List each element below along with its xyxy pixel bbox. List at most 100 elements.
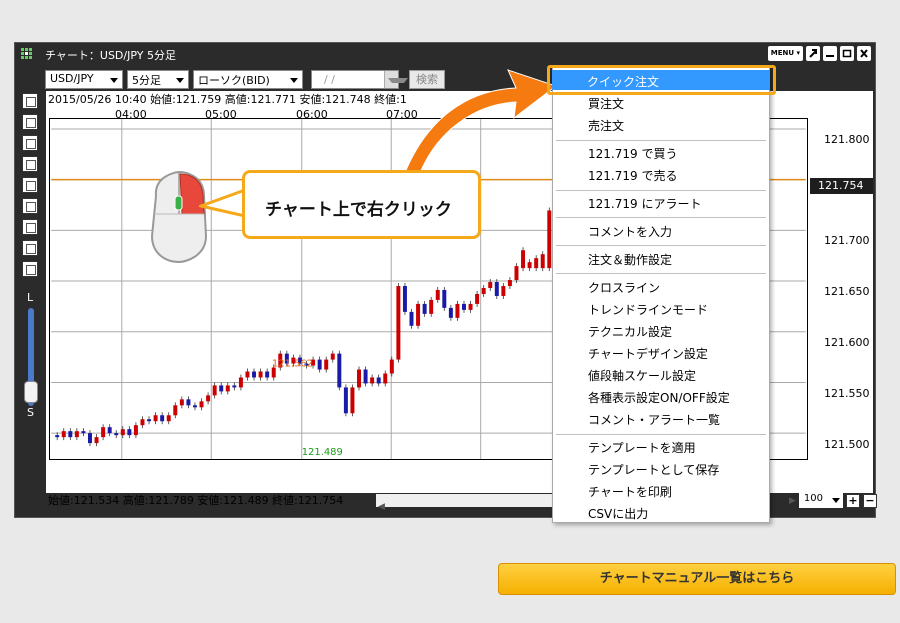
candle bbox=[317, 356, 322, 373]
zoom-in-icon[interactable]: + bbox=[845, 493, 860, 508]
scroll-left-icon[interactable]: ◀ bbox=[376, 502, 385, 512]
candle bbox=[179, 396, 184, 409]
candle bbox=[540, 251, 545, 272]
menu-separator bbox=[556, 245, 766, 246]
candle bbox=[107, 424, 112, 437]
candle bbox=[192, 402, 197, 411]
print-icon[interactable] bbox=[22, 240, 38, 256]
candle bbox=[160, 412, 165, 425]
chevron-down-icon bbox=[110, 78, 118, 83]
candle bbox=[219, 382, 224, 395]
chart-type-select[interactable]: ローソク(BID) bbox=[193, 70, 303, 89]
price-label: 121.500 bbox=[824, 438, 870, 451]
candle bbox=[448, 304, 453, 321]
line-tool-icon[interactable] bbox=[22, 114, 38, 130]
candle bbox=[173, 402, 178, 419]
menu-item-apply-template[interactable]: テンプレートを適用 bbox=[588, 439, 696, 456]
candle bbox=[370, 374, 375, 387]
menu-item-price-scale[interactable]: 値段軸スケール設定 bbox=[588, 367, 696, 384]
zoom-controls: ▶ 100 + − bbox=[789, 493, 877, 508]
text-tool-icon[interactable] bbox=[22, 219, 38, 235]
chart-manual-button[interactable]: チャートマニュアル一覧はこちら bbox=[498, 563, 896, 595]
candle bbox=[94, 434, 99, 447]
candle bbox=[206, 392, 211, 405]
candle bbox=[389, 356, 394, 377]
menu-item-add-comment[interactable]: コメントを入力 bbox=[588, 223, 672, 240]
current-price-badge: 121.754 bbox=[810, 178, 873, 194]
menu-item-display-toggles[interactable]: 各種表示設定ON/OFF設定 bbox=[588, 389, 730, 406]
save-icon[interactable] bbox=[22, 261, 38, 277]
candle bbox=[455, 300, 460, 321]
candle bbox=[127, 426, 132, 439]
menu-separator bbox=[556, 273, 766, 274]
candle bbox=[337, 350, 342, 391]
candle bbox=[527, 259, 532, 272]
menu-item-save-template[interactable]: テンプレートとして保存 bbox=[588, 461, 719, 478]
candle bbox=[245, 368, 250, 381]
menu-item-print-chart[interactable]: チャートを印刷 bbox=[588, 483, 672, 500]
candle bbox=[383, 370, 388, 387]
app-icon bbox=[21, 48, 32, 59]
candle bbox=[252, 368, 257, 381]
popout-icon[interactable] bbox=[806, 46, 820, 61]
timeframe-select[interactable]: 5分足 bbox=[127, 70, 189, 89]
pair-select-value: USD/JPY bbox=[50, 72, 94, 85]
minimize-icon[interactable] bbox=[823, 46, 837, 61]
candle bbox=[133, 422, 138, 439]
candle bbox=[462, 300, 466, 313]
menu-item-trendline-mode[interactable]: トレンドラインモード bbox=[588, 301, 708, 318]
maximize-icon[interactable] bbox=[840, 46, 854, 61]
menu-item-order-settings[interactable]: 注文＆動作設定 bbox=[588, 251, 672, 268]
candle bbox=[147, 416, 152, 425]
menu-button-label: MENU bbox=[770, 49, 795, 57]
context-menu: クイック注文 買注文 売注文 121.719 で買う 121.719 で売る 1… bbox=[547, 65, 776, 523]
candle bbox=[265, 368, 270, 381]
menu-item-comment-alert-list[interactable]: コメント・アラート一覧 bbox=[588, 411, 720, 428]
window-controls: MENU ▾ bbox=[767, 46, 871, 61]
candle bbox=[101, 424, 106, 441]
ohlc-info-top: 2015/05/26 10:40 始値:121.759 高値:121.771 安… bbox=[48, 93, 407, 106]
menu-item-quick-order[interactable]: クイック注文 bbox=[552, 70, 770, 90]
menu-button[interactable]: MENU ▾ bbox=[767, 46, 803, 61]
zoom-select[interactable]: 100 bbox=[798, 493, 843, 508]
zoom-select-value: 100 bbox=[803, 493, 824, 504]
grid-tool-icon[interactable] bbox=[22, 177, 38, 193]
menu-separator bbox=[556, 190, 766, 191]
candle bbox=[534, 255, 539, 272]
price-label: 121.700 bbox=[824, 234, 870, 247]
menu-item-chart-design[interactable]: チャートデザイン設定 bbox=[588, 345, 708, 362]
scroll-right-icon[interactable]: ▶ bbox=[789, 496, 796, 506]
date-input[interactable]: / / bbox=[311, 70, 408, 89]
high-annotation: 121.562 bbox=[272, 359, 313, 370]
channel-tool-icon[interactable] bbox=[22, 135, 38, 151]
candle bbox=[258, 368, 263, 381]
candle bbox=[475, 290, 480, 307]
chevron-down-icon bbox=[176, 78, 184, 83]
pair-select[interactable]: USD/JPY bbox=[45, 70, 123, 89]
cursor-tool-icon[interactable] bbox=[22, 93, 38, 109]
zoom-out-icon[interactable]: − bbox=[862, 493, 877, 508]
candle bbox=[435, 287, 440, 303]
fibonacci-tool-icon[interactable] bbox=[22, 156, 38, 172]
menu-separator bbox=[556, 140, 766, 141]
zoom-slider-thumb[interactable] bbox=[24, 381, 38, 403]
menu-item-export-csv[interactable]: CSVに出力 bbox=[588, 505, 648, 522]
price-label: 121.550 bbox=[824, 387, 870, 400]
menu-item-buy-at[interactable]: 121.719 で買う bbox=[588, 145, 677, 162]
menu-item-sell-at[interactable]: 121.719 で売る bbox=[588, 167, 677, 184]
menu-item-alert-at[interactable]: 121.719 にアラート bbox=[588, 195, 701, 212]
layout-tool-icon[interactable] bbox=[22, 198, 38, 214]
chevron-down-icon bbox=[831, 498, 840, 503]
candle bbox=[343, 384, 348, 417]
pointer-arrow bbox=[403, 69, 558, 179]
candle bbox=[481, 285, 486, 297]
menu-item-crossline[interactable]: クロスライン bbox=[588, 279, 660, 296]
close-icon[interactable] bbox=[857, 46, 871, 61]
candle bbox=[324, 356, 329, 373]
menu-item-technical-settings[interactable]: テクニカル設定 bbox=[588, 323, 672, 340]
price-label: 121.800 bbox=[824, 133, 870, 146]
candle bbox=[547, 207, 552, 272]
menu-item-buy-order[interactable]: 買注文 bbox=[588, 95, 624, 112]
drawing-tools bbox=[22, 93, 39, 282]
menu-item-sell-order[interactable]: 売注文 bbox=[588, 117, 624, 134]
